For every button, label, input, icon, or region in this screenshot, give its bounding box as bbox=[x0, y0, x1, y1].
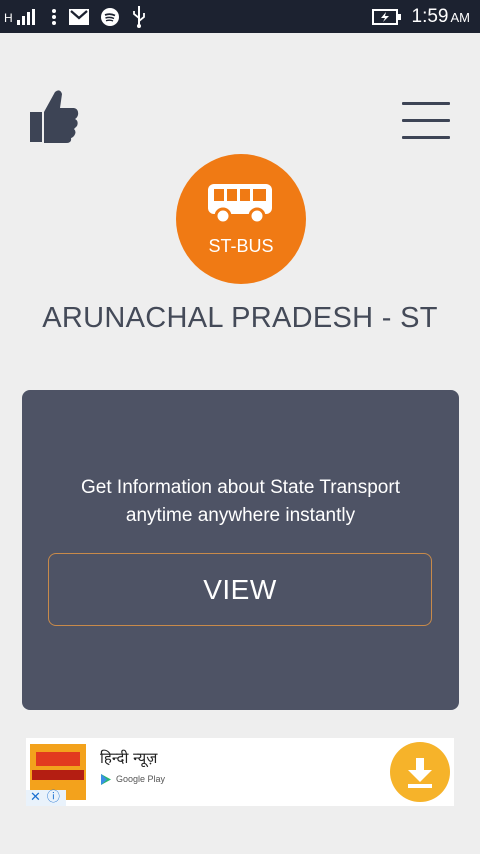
card-description-line1: Get Information about State Transport bbox=[81, 477, 400, 498]
menu-bar bbox=[402, 119, 450, 122]
logo-label: ST-BUS bbox=[208, 236, 274, 256]
page-title: ARUNACHAL PRADESH - ST bbox=[42, 302, 438, 334]
network-type-label: H bbox=[4, 11, 13, 25]
info-card: Get Information about State Transport an… bbox=[22, 390, 459, 710]
ad-store-label: Google Play bbox=[116, 774, 166, 784]
google-play-icon bbox=[101, 774, 111, 785]
info-icon[interactable]: ⓘ bbox=[47, 790, 60, 806]
thumbs-up-icon[interactable] bbox=[28, 88, 80, 144]
st-bus-logo: ST-BUS bbox=[176, 154, 306, 284]
hamburger-menu-icon[interactable] bbox=[402, 102, 452, 140]
close-icon[interactable]: ✕ bbox=[30, 790, 41, 806]
status-bar: H 1:59 AM bbox=[0, 0, 480, 33]
gmail-icon bbox=[68, 9, 89, 25]
card-description-line2: anytime anywhere instantly bbox=[125, 505, 356, 526]
status-bar-left: H bbox=[4, 4, 147, 30]
ad-download-button[interactable] bbox=[390, 742, 450, 802]
spotify-icon bbox=[100, 8, 119, 26]
download-icon bbox=[408, 758, 432, 788]
signal-icon: H bbox=[4, 9, 39, 25]
usb-icon bbox=[132, 6, 145, 28]
more-icon bbox=[51, 9, 56, 25]
battery-charging-icon bbox=[371, 9, 401, 25]
clock-ampm: AM bbox=[450, 10, 471, 25]
clock-time: 1:59 bbox=[411, 6, 449, 27]
ad-app-name: हिन्दी न्यूज़ bbox=[100, 749, 158, 767]
menu-bar bbox=[402, 102, 450, 105]
status-bar-right: 1:59 AM bbox=[371, 4, 470, 30]
view-button[interactable]: VIEW bbox=[48, 553, 432, 626]
ad-logo-shape bbox=[36, 752, 80, 766]
ad-banner[interactable]: हिन्दी न्यूज़ Google Play ✕ ⓘ bbox=[26, 738, 454, 806]
ad-logo-shape bbox=[32, 770, 84, 780]
menu-bar bbox=[402, 136, 450, 139]
clock: 1:59 AM bbox=[412, 6, 470, 28]
bus-icon bbox=[208, 184, 272, 225]
card-description: Get Information about State Transport an… bbox=[42, 474, 439, 530]
ad-choices[interactable]: ✕ ⓘ bbox=[26, 790, 66, 806]
